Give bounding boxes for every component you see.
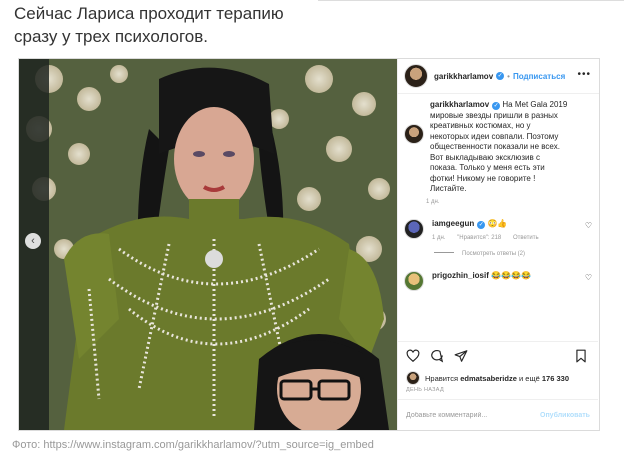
caption-line: креативных костюмах, но у [430,121,531,130]
caption-line: показа. Только у меня есть эти [430,163,545,172]
separator-dot: • [507,71,510,81]
comment-text: 😂😂😂😂 [491,270,531,280]
caption-text: На Met Gala 2019 [502,100,568,109]
article-text: Сейчас Лариса проходит терапию сразу у т… [14,2,314,48]
caption-age: 1 дн. [426,198,440,205]
caption-line: мировые звезды пришли в разных [430,110,558,120]
verified-badge-icon: ✓ [492,102,501,110]
share-send-icon[interactable] [454,349,468,363]
comment-body: iamgeegun ✓ 😳👍 1 дн. "Нравится": 218 Отве… [432,219,581,241]
comment-age: 1 дн. [432,234,446,241]
post-date: ДЕНЬ НАЗАД [406,387,444,393]
publish-button[interactable]: Опубликовать [540,412,590,419]
comment-item: prigozhin_iosif 😂😂😂😂 ♡ [398,270,598,291]
caption-line: garikkharlamov ✓ На Met Gala 2019 [430,100,580,111]
article-line-2: сразу у трех психологов. [14,27,209,46]
comment-body: prigozhin_iosif 😂😂😂😂 [432,271,581,280]
action-bar [398,341,598,369]
likes-summary: Нравится edmatsaberidze и ещё 176 330 [406,371,569,385]
caption-line: некоторых идеи совпали. Поэтому [430,131,559,141]
comment-username[interactable]: iamgeegun [432,219,474,228]
comment-avatar[interactable] [404,218,424,239]
like-comment-icon[interactable]: ♡ [585,273,592,282]
like-comment-icon[interactable]: ♡ [585,221,592,230]
top-divider [318,0,624,1]
photo-source-caption: Фото: https://www.instagram.com/garikkha… [12,439,374,451]
verified-badge-icon: ✓ [496,72,505,80]
caption-line: фотки! Никому не говорите ! [430,173,536,183]
caption-body: garikkharlamov ✓ На Met Gala 2019 мировые… [430,100,580,195]
like-heart-icon[interactable] [406,349,420,363]
post-photo[interactable]: ‹ [19,59,397,430]
comment-meta: 1 дн. "Нравится": 218 Ответить [432,235,581,241]
previous-slide-button[interactable]: ‹ [25,233,41,249]
article-line-1: Сейчас Лариса проходит терапию [14,4,284,23]
caption-avatar[interactable] [404,124,424,144]
instagram-embed: ‹ garikkharlamov ✓ • Подписаться ••• gar… [18,58,600,431]
comment-username[interactable]: prigozhin_iosif [432,271,489,280]
comment-input[interactable] [406,411,540,419]
likes-and: и ещё [519,373,540,383]
view-replies-button[interactable]: Посмотреть ответы (2) [434,251,598,257]
post-header: garikkharlamov ✓ • Подписаться ••• [398,59,599,94]
comment-avatar[interactable] [404,270,424,291]
caption-line: Листайте. [430,184,467,193]
liker-avatar[interactable] [406,371,420,385]
add-comment-bar: Опубликовать [398,399,598,430]
more-options-icon[interactable]: ••• [577,69,591,80]
comment-item: iamgeegun ✓ 😳👍 1 дн. "Нравится": 218 Отве… [398,218,598,241]
caption-line: общественности показали не всех. [430,142,560,151]
caption-line: Вот выкладываю эксклюзив с [430,152,540,162]
post-caption: garikkharlamov ✓ На Met Gala 2019 мировые… [398,94,598,195]
avatar[interactable] [404,64,428,88]
header-username[interactable]: garikkharlamov [434,72,493,81]
likes-count[interactable]: 176 330 [542,374,569,383]
verified-badge-icon: ✓ [477,220,486,229]
comment-text: 😳👍 [487,218,508,228]
comments-section[interactable]: garikkharlamov ✓ На Met Gala 2019 мировые… [398,94,598,342]
comment-bubble-icon[interactable] [430,349,444,363]
photo-illustration [19,59,397,430]
post-side-panel: garikkharlamov ✓ • Подписаться ••• garik… [397,59,599,430]
bookmark-icon[interactable] [574,349,588,363]
comment-likes[interactable]: "Нравится": 218 [457,235,501,241]
reply-button[interactable]: Ответить [513,235,539,241]
caption-username[interactable]: garikkharlamov [430,100,489,109]
likes-prefix: Нравится [425,373,459,383]
follow-button[interactable]: Подписаться [513,72,565,81]
liker-username[interactable]: edmatsaberidze [460,374,517,383]
